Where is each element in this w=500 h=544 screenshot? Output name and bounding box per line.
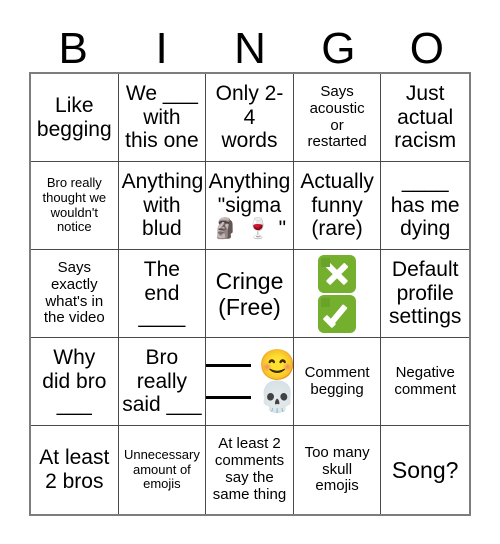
bingo-cell-text: Bro really thought we wouldn't notice	[42, 175, 107, 235]
bingo-cell-text: Cringe (Free)	[215, 267, 284, 320]
cross-mark-button-emoji[interactable]	[318, 254, 357, 293]
bingo-cell-n4[interactable]: 😊 💀	[206, 338, 294, 426]
bingo-cell-o4[interactable]: Negative comment	[381, 338, 469, 426]
bingo-header-letter-g: G	[321, 24, 356, 73]
bingo-cell-i2[interactable]: Anything with blud	[118, 162, 207, 250]
bingo-cell-n1[interactable]: Only 2- 4 words	[206, 74, 294, 162]
bingo-cell-n5[interactable]: At least 2 comments say the same thing	[206, 426, 294, 514]
bingo-cell-text: Says exactly what's in the video	[43, 258, 105, 327]
bingo-cell-text: Song?	[391, 457, 459, 483]
wine-glass-emoji: 🍷	[245, 218, 271, 241]
cell-emoji-row: 🗿 🍷 "	[213, 217, 286, 241]
closing-quote: "	[278, 217, 287, 241]
bingo-cell-i4[interactable]: Bro really said ___	[118, 338, 207, 426]
bingo-cell-text: Anything with blud	[121, 169, 204, 241]
bingo-cell-g5[interactable]: Too many skull emojis	[293, 426, 382, 514]
bingo-cell-b5[interactable]: At least 2 bros	[31, 426, 119, 514]
bingo-cell-b2[interactable]: Bro really thought we wouldn't notice	[31, 162, 119, 250]
bingo-cell-g1[interactable]: Says acoustic or restarted	[293, 74, 382, 162]
bingo-cell-i3[interactable]: The end ____	[118, 250, 207, 338]
bingo-cell-text: Like begging	[36, 93, 112, 141]
bingo-cell-text: Negative comment	[394, 363, 457, 398]
fill-in-blank-rule	[206, 364, 251, 367]
blank-plus-emoji-row: 💀	[206, 380, 294, 414]
bingo-cell-text: Anything "sigma	[208, 169, 291, 217]
bingo-cell-text: At least 2 bros	[39, 446, 110, 493]
emoji-stack	[318, 254, 357, 333]
tile-corner-fold	[321, 297, 331, 307]
bingo-cell-text: Comment begging	[304, 363, 370, 398]
bingo-cell-o5[interactable]: Song?	[381, 426, 469, 514]
bingo-cell-g2[interactable]: Actually funny (rare)	[293, 162, 382, 250]
bingo-header-letter-o: O	[409, 24, 444, 73]
bingo-cell-text: Actually funny (rare)	[300, 169, 374, 241]
check-mark-button-emoji[interactable]	[318, 294, 357, 333]
bingo-cell-text: At least 2 comments say the same thing	[212, 435, 287, 503]
bingo-cell-b1[interactable]: Like begging	[31, 74, 119, 162]
smiling-face-emoji: 😊	[258, 348, 294, 382]
bingo-cell-i5[interactable]: Unnecessary amount of emojis	[118, 426, 207, 514]
bingo-cell-n3[interactable]: Cringe (Free)	[206, 250, 294, 338]
bingo-cell-i1[interactable]: We ___ with this one	[118, 74, 207, 162]
bingo-cell-text: Just actual racism	[394, 81, 457, 153]
bingo-grid: Like begging We ___ with this one Only 2- …	[29, 72, 471, 516]
skull-emoji: 💀	[258, 380, 294, 414]
bingo-header-row: B I N G O	[29, 18, 471, 72]
bingo-cell-n2[interactable]: Anything "sigma 🗿 🍷 "	[206, 162, 294, 250]
bingo-cell-text: ____ has me dying	[390, 169, 460, 241]
blank-plus-emoji-row: 😊	[206, 348, 294, 382]
cell-content: Anything "sigma 🗿 🍷 "	[209, 170, 291, 241]
bingo-cell-text: Too many skull emojis	[304, 443, 370, 495]
bingo-cell-b4[interactable]: Why did bro ___	[31, 338, 119, 426]
bingo-cell-o2[interactable]: ____ has me dying	[381, 162, 469, 250]
bingo-cell-g4[interactable]: Comment begging	[293, 338, 382, 426]
bingo-header-letter-b: B	[58, 24, 88, 73]
tile-corner-fold	[321, 257, 331, 267]
bingo-cell-g3[interactable]	[293, 250, 382, 338]
bingo-cell-text: Only 2- 4 words	[215, 81, 284, 153]
bingo-cell-text: Says acoustic or restarted	[307, 82, 367, 151]
moai-emoji: 🗿	[212, 218, 238, 241]
bingo-cell-o3[interactable]: Default profile settings	[381, 250, 469, 338]
bingo-card: B I N G O Like begging We ___ with this o…	[0, 0, 500, 544]
blank-emoji-rows: 😊 💀	[206, 348, 294, 414]
bingo-cell-text: Default profile settings	[389, 257, 462, 329]
bingo-cell-text: We ___ with this one	[125, 81, 199, 153]
bingo-cell-b3[interactable]: Says exactly what's in the video	[31, 250, 119, 338]
bingo-cell-text: The end ____	[138, 257, 186, 329]
fill-in-blank-rule	[206, 396, 251, 399]
bingo-header-letter-i: I	[155, 24, 168, 73]
bingo-cell-text: Unnecessary amount of emojis	[123, 446, 200, 492]
bingo-header-letter-n: N	[234, 24, 266, 73]
bingo-cell-text: Why did bro ___	[42, 345, 107, 417]
bingo-cell-o1[interactable]: Just actual racism	[381, 74, 469, 162]
bingo-cell-text: Bro really said ___	[122, 345, 202, 417]
